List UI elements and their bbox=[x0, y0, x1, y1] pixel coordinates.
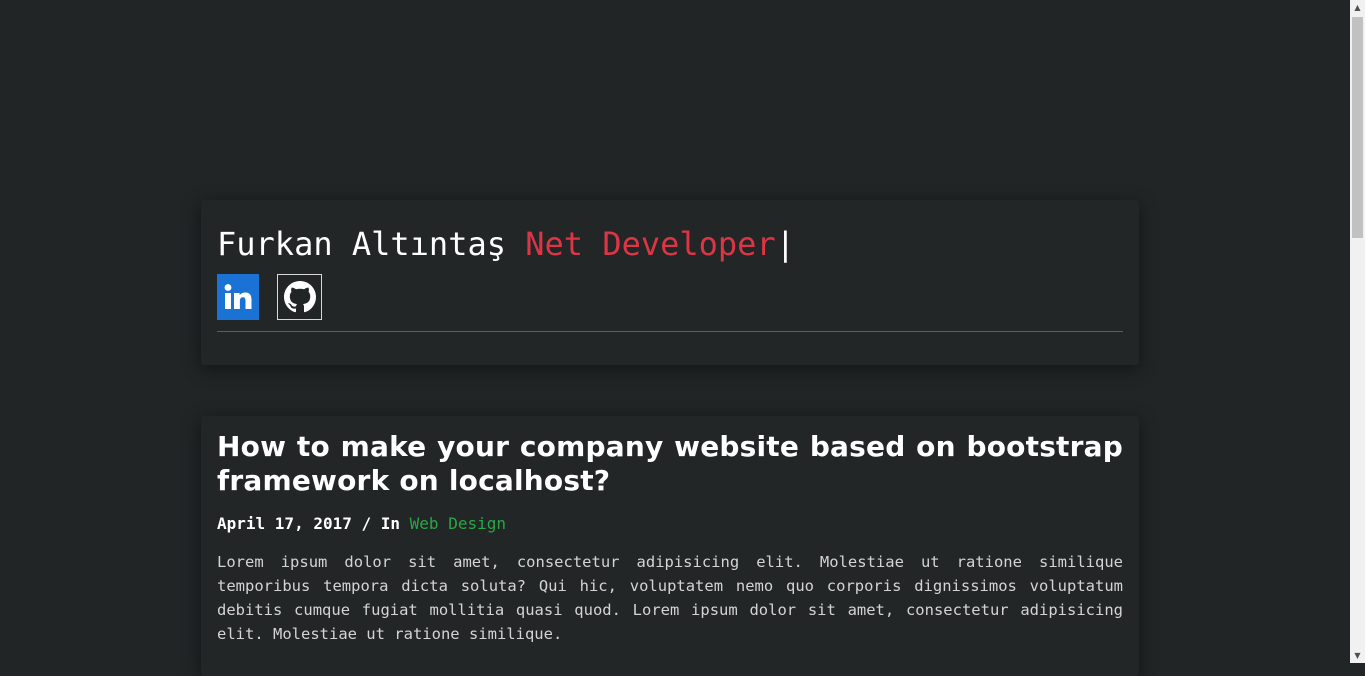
linkedin-icon bbox=[224, 284, 252, 309]
vertical-scrollbar[interactable]: ▲ ▼ bbox=[1350, 0, 1365, 663]
blog-post-card: How to make your company website based o… bbox=[201, 416, 1139, 676]
post-meta-separator: / In bbox=[351, 514, 410, 533]
post-date: April 17, 2017 bbox=[217, 514, 352, 533]
social-links bbox=[217, 274, 1123, 320]
typed-role: Net Developer bbox=[525, 225, 776, 263]
github-icon bbox=[283, 281, 316, 313]
typing-cursor: | bbox=[775, 225, 795, 263]
post-excerpt: Lorem ipsum dolor sit amet, consectetur … bbox=[217, 553, 1123, 643]
scroll-up-arrow-icon[interactable]: ▲ bbox=[1350, 0, 1365, 15]
linkedin-button[interactable] bbox=[217, 274, 259, 320]
post-title[interactable]: How to make your company website based o… bbox=[217, 430, 1123, 498]
author-name: Furkan Altıntaş bbox=[217, 225, 506, 263]
post-meta: April 17, 2017 / In Web Design bbox=[217, 514, 1123, 534]
profile-header-card: Furkan Altıntaş Net Developer| bbox=[201, 200, 1139, 365]
post-category-link[interactable]: Web Design bbox=[410, 514, 506, 533]
page-title: Furkan Altıntaş Net Developer| bbox=[217, 220, 1123, 268]
github-button[interactable] bbox=[277, 274, 322, 320]
scrollbar-thumb[interactable] bbox=[1352, 17, 1363, 238]
header-divider bbox=[217, 331, 1123, 332]
scroll-down-arrow-icon[interactable]: ▼ bbox=[1350, 648, 1365, 663]
